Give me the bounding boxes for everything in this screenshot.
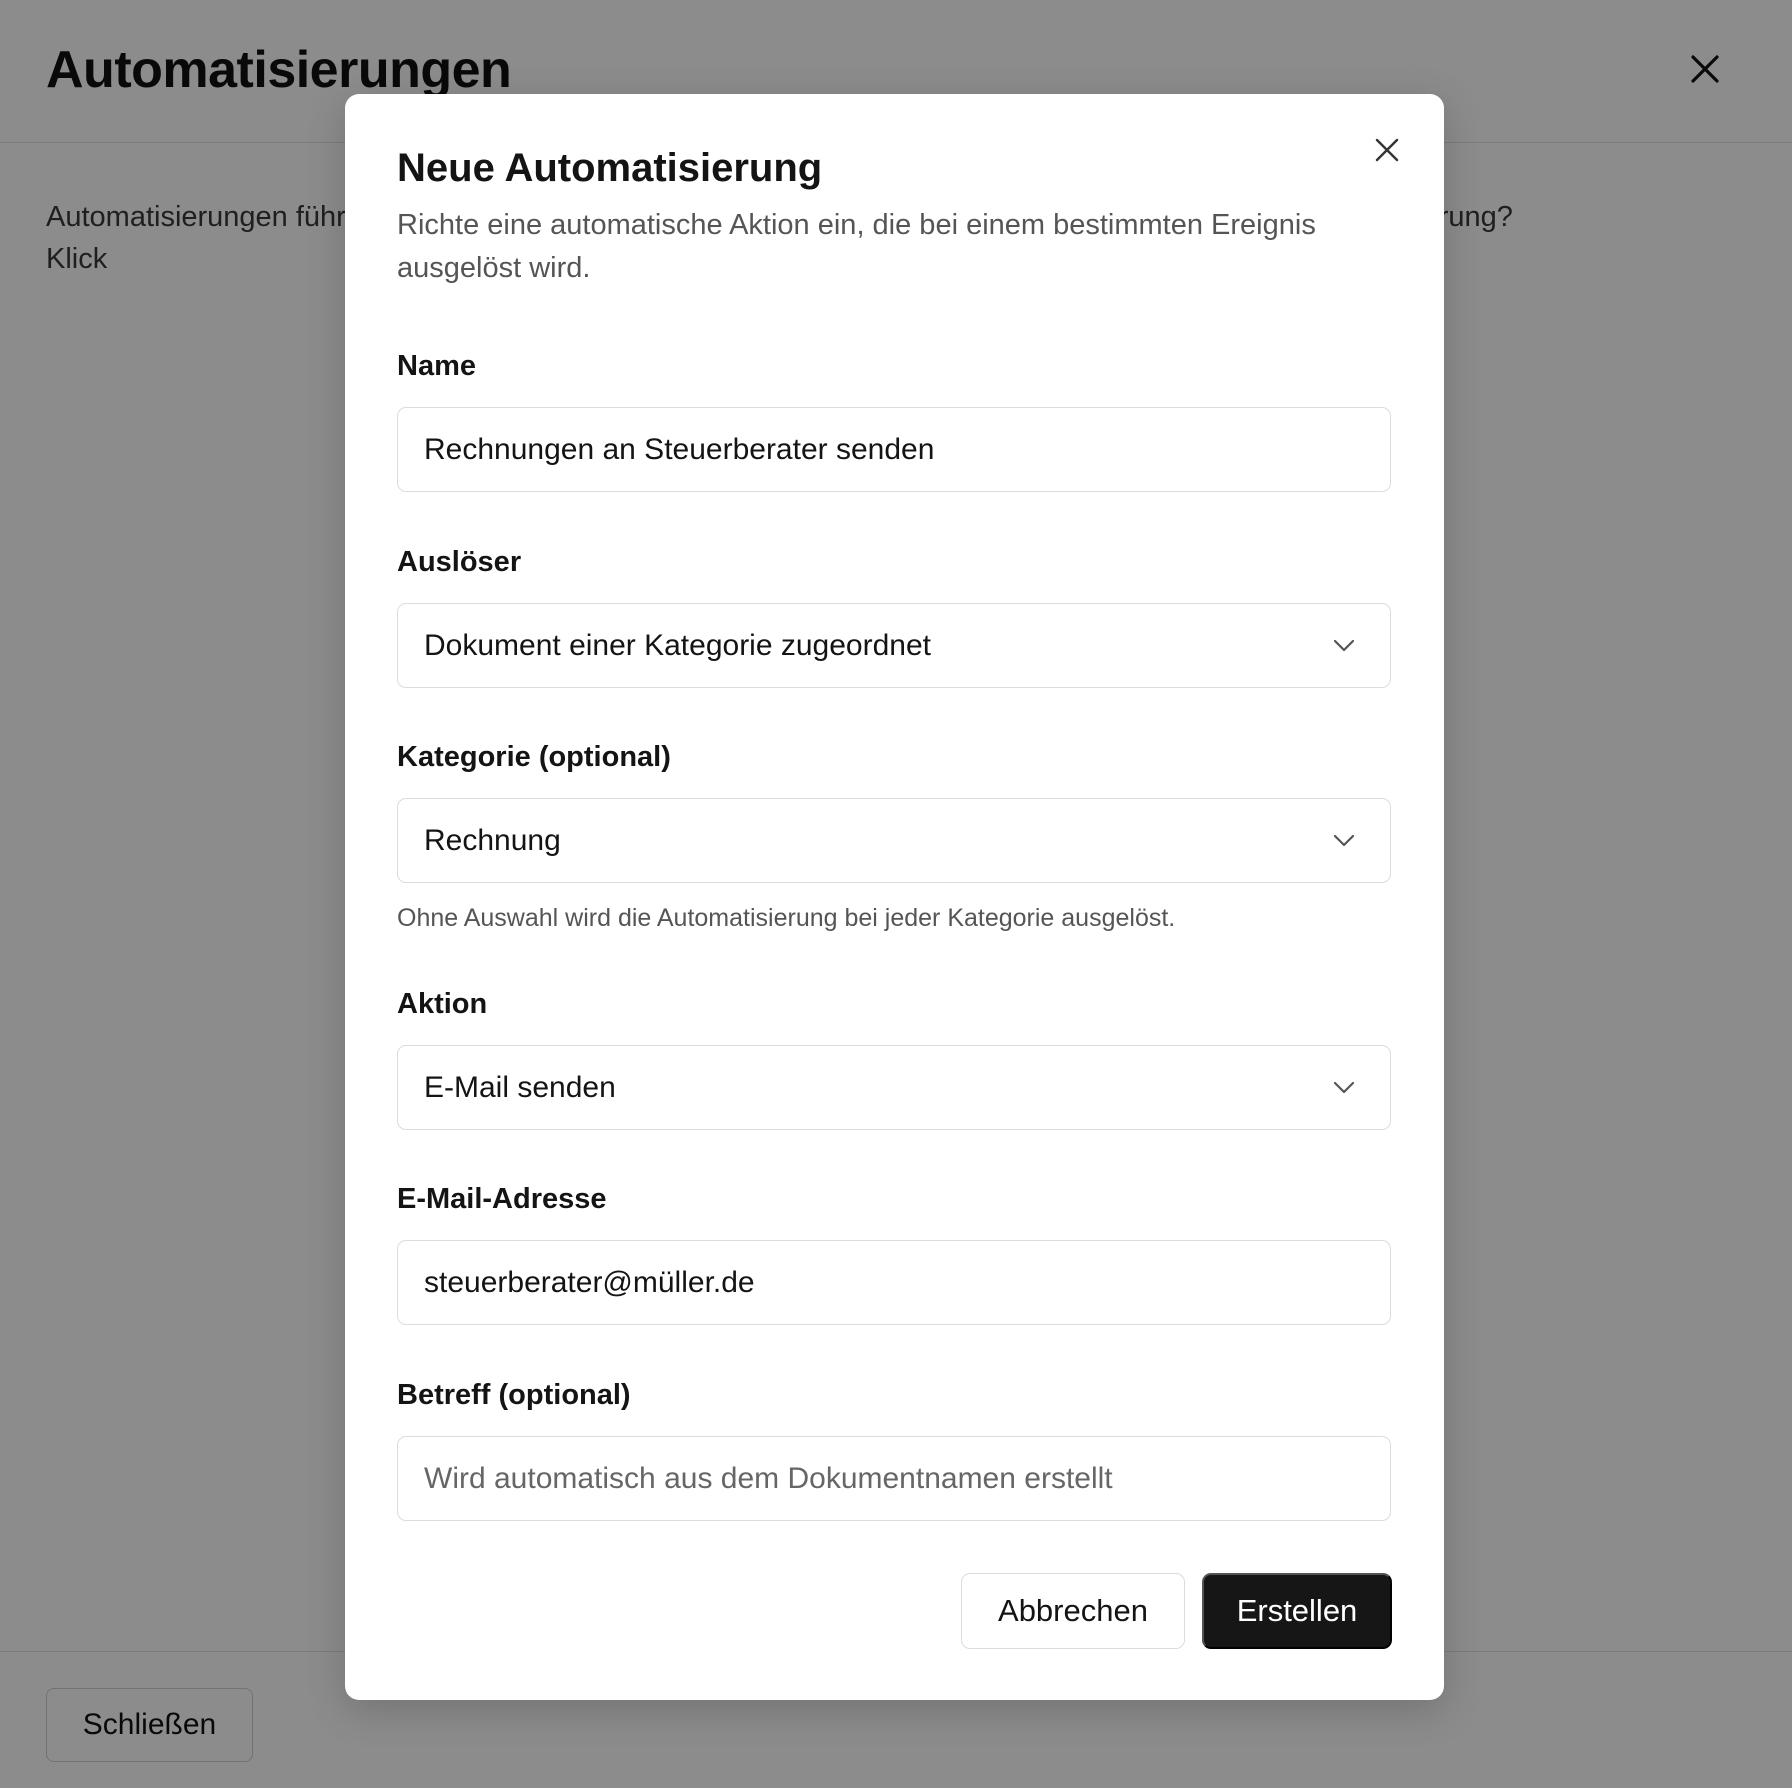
email-field-value: steuerberater@müller.de	[424, 1265, 755, 1299]
chevron-down-icon	[1330, 827, 1358, 855]
category-select-value: Rechnung	[424, 823, 561, 857]
subject-input-placeholder: Wird automatisch aus dem Dokumentnamen e…	[424, 1461, 1113, 1495]
create-button[interactable]: Erstellen	[1202, 1573, 1392, 1649]
category-hint: Ohne Auswahl wird die Automatisierung be…	[397, 904, 1176, 932]
name-label: Name	[397, 350, 476, 382]
action-label: Aktion	[397, 988, 488, 1020]
name-input[interactable]: Rechnungen an Steuerberater senden	[397, 407, 1391, 492]
subject-label: Betreff (optional)	[397, 1379, 631, 1411]
trigger-label: Auslöser	[397, 546, 522, 578]
email-field[interactable]: steuerberater@müller.de	[397, 1240, 1391, 1325]
chevron-down-icon	[1330, 1074, 1358, 1102]
dialog-title: Neue Automatisierung	[397, 146, 823, 190]
category-label: Kategorie (optional)	[397, 741, 671, 773]
email-label: E-Mail-Adresse	[397, 1183, 607, 1215]
name-input-value: Rechnungen an Steuerberater senden	[424, 432, 935, 466]
trigger-select[interactable]: Dokument einer Kategorie zugeordnet	[397, 603, 1391, 688]
new-automation-dialog: Neue Automatisierung Richte eine automat…	[345, 94, 1444, 1700]
dialog-description: Richte eine automatische Aktion ein, die…	[397, 209, 1316, 284]
action-select[interactable]: E-Mail senden	[397, 1045, 1391, 1130]
cancel-button[interactable]: Abbrechen	[961, 1573, 1185, 1649]
subject-input[interactable]: Wird automatisch aus dem Dokumentnamen e…	[397, 1436, 1391, 1521]
category-select[interactable]: Rechnung	[397, 798, 1391, 883]
chevron-down-icon	[1330, 632, 1358, 660]
close-icon[interactable]	[1365, 128, 1409, 172]
trigger-select-value: Dokument einer Kategorie zugeordnet	[424, 628, 931, 662]
action-select-value: E-Mail senden	[424, 1070, 616, 1104]
